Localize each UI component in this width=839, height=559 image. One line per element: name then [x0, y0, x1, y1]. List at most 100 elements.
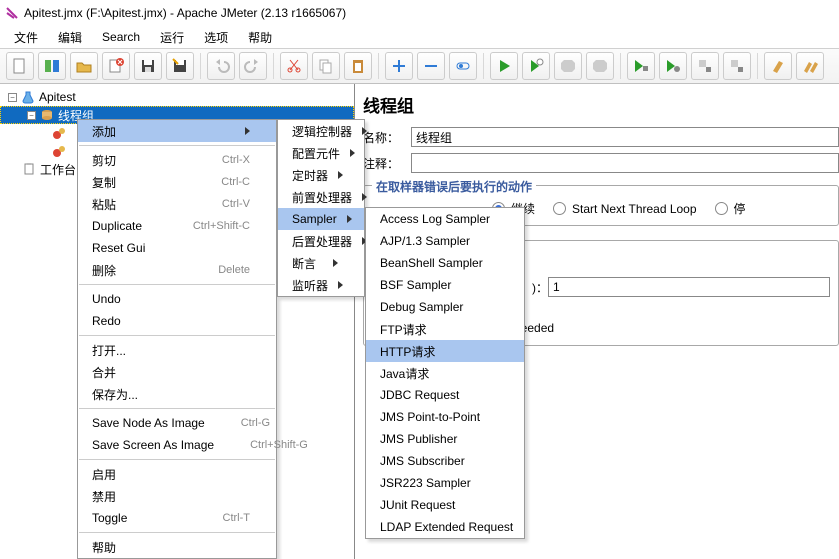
- ctx1-item-12[interactable]: 打开...: [78, 339, 276, 361]
- submenu-arrow-icon: [245, 127, 250, 135]
- gear-icon: [52, 126, 66, 140]
- menu-file[interactable]: 文件: [8, 27, 44, 48]
- menu-label: 禁用: [92, 488, 250, 505]
- ctx1-item-14[interactable]: 保存为...: [78, 383, 276, 405]
- paste-button[interactable]: [344, 52, 372, 80]
- menu-accel: Ctrl-G: [241, 417, 270, 429]
- ctx3-item-10[interactable]: JMS Publisher: [366, 428, 524, 450]
- remote-stop-button[interactable]: [691, 52, 719, 80]
- new-button[interactable]: [6, 52, 34, 80]
- ctx1-item-3[interactable]: 复制Ctrl-C: [78, 171, 276, 193]
- collapse-button[interactable]: [417, 52, 445, 80]
- menu-label: 逻辑控制器: [292, 123, 352, 140]
- ctx1-item-4[interactable]: 粘贴Ctrl-V: [78, 193, 276, 215]
- close-button[interactable]: [102, 52, 130, 80]
- ctx3-item-9[interactable]: JMS Point-to-Point: [366, 406, 524, 428]
- name-input[interactable]: [411, 127, 839, 147]
- loop-input[interactable]: [548, 277, 830, 297]
- ctx2-item-0[interactable]: 逻辑控制器: [278, 120, 364, 142]
- cut-button[interactable]: [280, 52, 308, 80]
- ctx3-item-0[interactable]: Access Log Sampler: [366, 208, 524, 230]
- ctx2-item-2[interactable]: 定时器: [278, 164, 364, 186]
- ctx1-item-10[interactable]: Redo: [78, 310, 276, 332]
- tree-label: 工作台: [40, 161, 76, 178]
- submenu-arrow-icon: [333, 259, 338, 267]
- ctx1-item-21[interactable]: Toggle Ctrl-T: [78, 507, 276, 529]
- menu-accel: Ctrl+Shift-C: [193, 220, 250, 232]
- menu-run[interactable]: 运行: [154, 27, 190, 48]
- menu-search[interactable]: Search: [96, 28, 146, 46]
- gear-icon: [52, 144, 66, 158]
- stop-button[interactable]: [554, 52, 582, 80]
- collapse-icon[interactable]: −: [8, 93, 17, 102]
- menu-label: AJP/1.3 Sampler: [380, 234, 498, 248]
- collapse-icon[interactable]: −: [27, 111, 36, 120]
- ctx2-item-3[interactable]: 前置处理器: [278, 186, 364, 208]
- ctx3-item-13[interactable]: JUnit Request: [366, 494, 524, 516]
- radio-stop[interactable]: 停: [715, 200, 746, 217]
- toggle-button[interactable]: [449, 52, 477, 80]
- ctx1-item-19[interactable]: 启用: [78, 463, 276, 485]
- menu-label: 合并: [92, 364, 250, 381]
- panel-title: 线程组: [363, 92, 839, 117]
- comment-input[interactable]: [411, 153, 839, 173]
- context-menu-2: 逻辑控制器配置元件定时器前置处理器Sampler后置处理器断言监听器: [277, 119, 365, 297]
- menu-label: Reset Gui: [92, 241, 250, 255]
- ctx3-item-1[interactable]: AJP/1.3 Sampler: [366, 230, 524, 252]
- shutdown-button[interactable]: [586, 52, 614, 80]
- menu-label: 启用: [92, 466, 250, 483]
- remote-start2-button[interactable]: [659, 52, 687, 80]
- ctx3-item-8[interactable]: JDBC Request: [366, 384, 524, 406]
- ctx1-item-2[interactable]: 剪切Ctrl-X: [78, 149, 276, 171]
- ctx3-item-5[interactable]: FTP请求: [366, 318, 524, 340]
- ctx3-item-2[interactable]: BeanShell Sampler: [366, 252, 524, 274]
- open-button[interactable]: [70, 52, 98, 80]
- redo-button[interactable]: [239, 52, 267, 80]
- ctx2-item-4[interactable]: Sampler: [278, 208, 364, 230]
- save-button[interactable]: [134, 52, 162, 80]
- menu-options[interactable]: 选项: [198, 27, 234, 48]
- remote-start-button[interactable]: [627, 52, 655, 80]
- menu-label: Duplicate: [92, 219, 157, 233]
- start-notimer-button[interactable]: [522, 52, 550, 80]
- ctx1-item-5[interactable]: Duplicate Ctrl+Shift-C: [78, 215, 276, 237]
- saveas-button[interactable]: [166, 52, 194, 80]
- ctx2-item-5[interactable]: 后置处理器: [278, 230, 364, 252]
- ctx1-item-0[interactable]: 添加: [78, 120, 276, 142]
- radio-startnext[interactable]: Start Next Thread Loop: [553, 202, 697, 216]
- ctx1-item-9[interactable]: Undo: [78, 288, 276, 310]
- menu-accel: Ctrl-T: [223, 512, 251, 524]
- ctx2-item-6[interactable]: 断言: [278, 252, 364, 274]
- ctx1-item-20[interactable]: 禁用: [78, 485, 276, 507]
- clear-all-button[interactable]: [796, 52, 824, 80]
- remote-shutdown-button[interactable]: [723, 52, 751, 80]
- ctx1-item-13[interactable]: 合并: [78, 361, 276, 383]
- start-button[interactable]: [490, 52, 518, 80]
- ctx3-item-12[interactable]: JSR223 Sampler: [366, 472, 524, 494]
- ctx3-item-11[interactable]: JMS Subscriber: [366, 450, 524, 472]
- tree-item-apitest[interactable]: − Apitest: [0, 88, 354, 106]
- ctx3-item-3[interactable]: BSF Sampler: [366, 274, 524, 296]
- context-menu-1: 添加剪切Ctrl-X复制Ctrl-C粘贴Ctrl-V Duplicate Ctrl+…: [77, 119, 277, 559]
- templates-button[interactable]: [38, 52, 66, 80]
- ctx2-item-7[interactable]: 监听器: [278, 274, 364, 296]
- undo-button[interactable]: [207, 52, 235, 80]
- copy-button[interactable]: [312, 52, 340, 80]
- ctx1-item-23[interactable]: 帮助: [78, 536, 276, 558]
- ctx3-item-4[interactable]: Debug Sampler: [366, 296, 524, 318]
- menu-help[interactable]: 帮助: [242, 27, 278, 48]
- clear-button[interactable]: [764, 52, 792, 80]
- ctx1-item-17[interactable]: Save Screen As ImageCtrl+Shift-G: [78, 434, 276, 456]
- menu-edit[interactable]: 编辑: [52, 27, 88, 48]
- menu-label: Toggle: [92, 511, 187, 525]
- ctx1-item-7[interactable]: 删除Delete: [78, 259, 276, 281]
- ctx3-item-7[interactable]: Java请求: [366, 362, 524, 384]
- expand-button[interactable]: [385, 52, 413, 80]
- ctx1-item-16[interactable]: Save Node As ImageCtrl-G: [78, 412, 276, 434]
- ctx2-item-1[interactable]: 配置元件: [278, 142, 364, 164]
- ctx1-item-6[interactable]: Reset Gui: [78, 237, 276, 259]
- ctx3-item-14[interactable]: LDAP Extended Request: [366, 516, 524, 538]
- ctx3-item-6[interactable]: HTTP请求: [366, 340, 524, 362]
- menu-accel: Ctrl+Shift-G: [250, 439, 308, 451]
- tree-label: Apitest: [39, 90, 76, 104]
